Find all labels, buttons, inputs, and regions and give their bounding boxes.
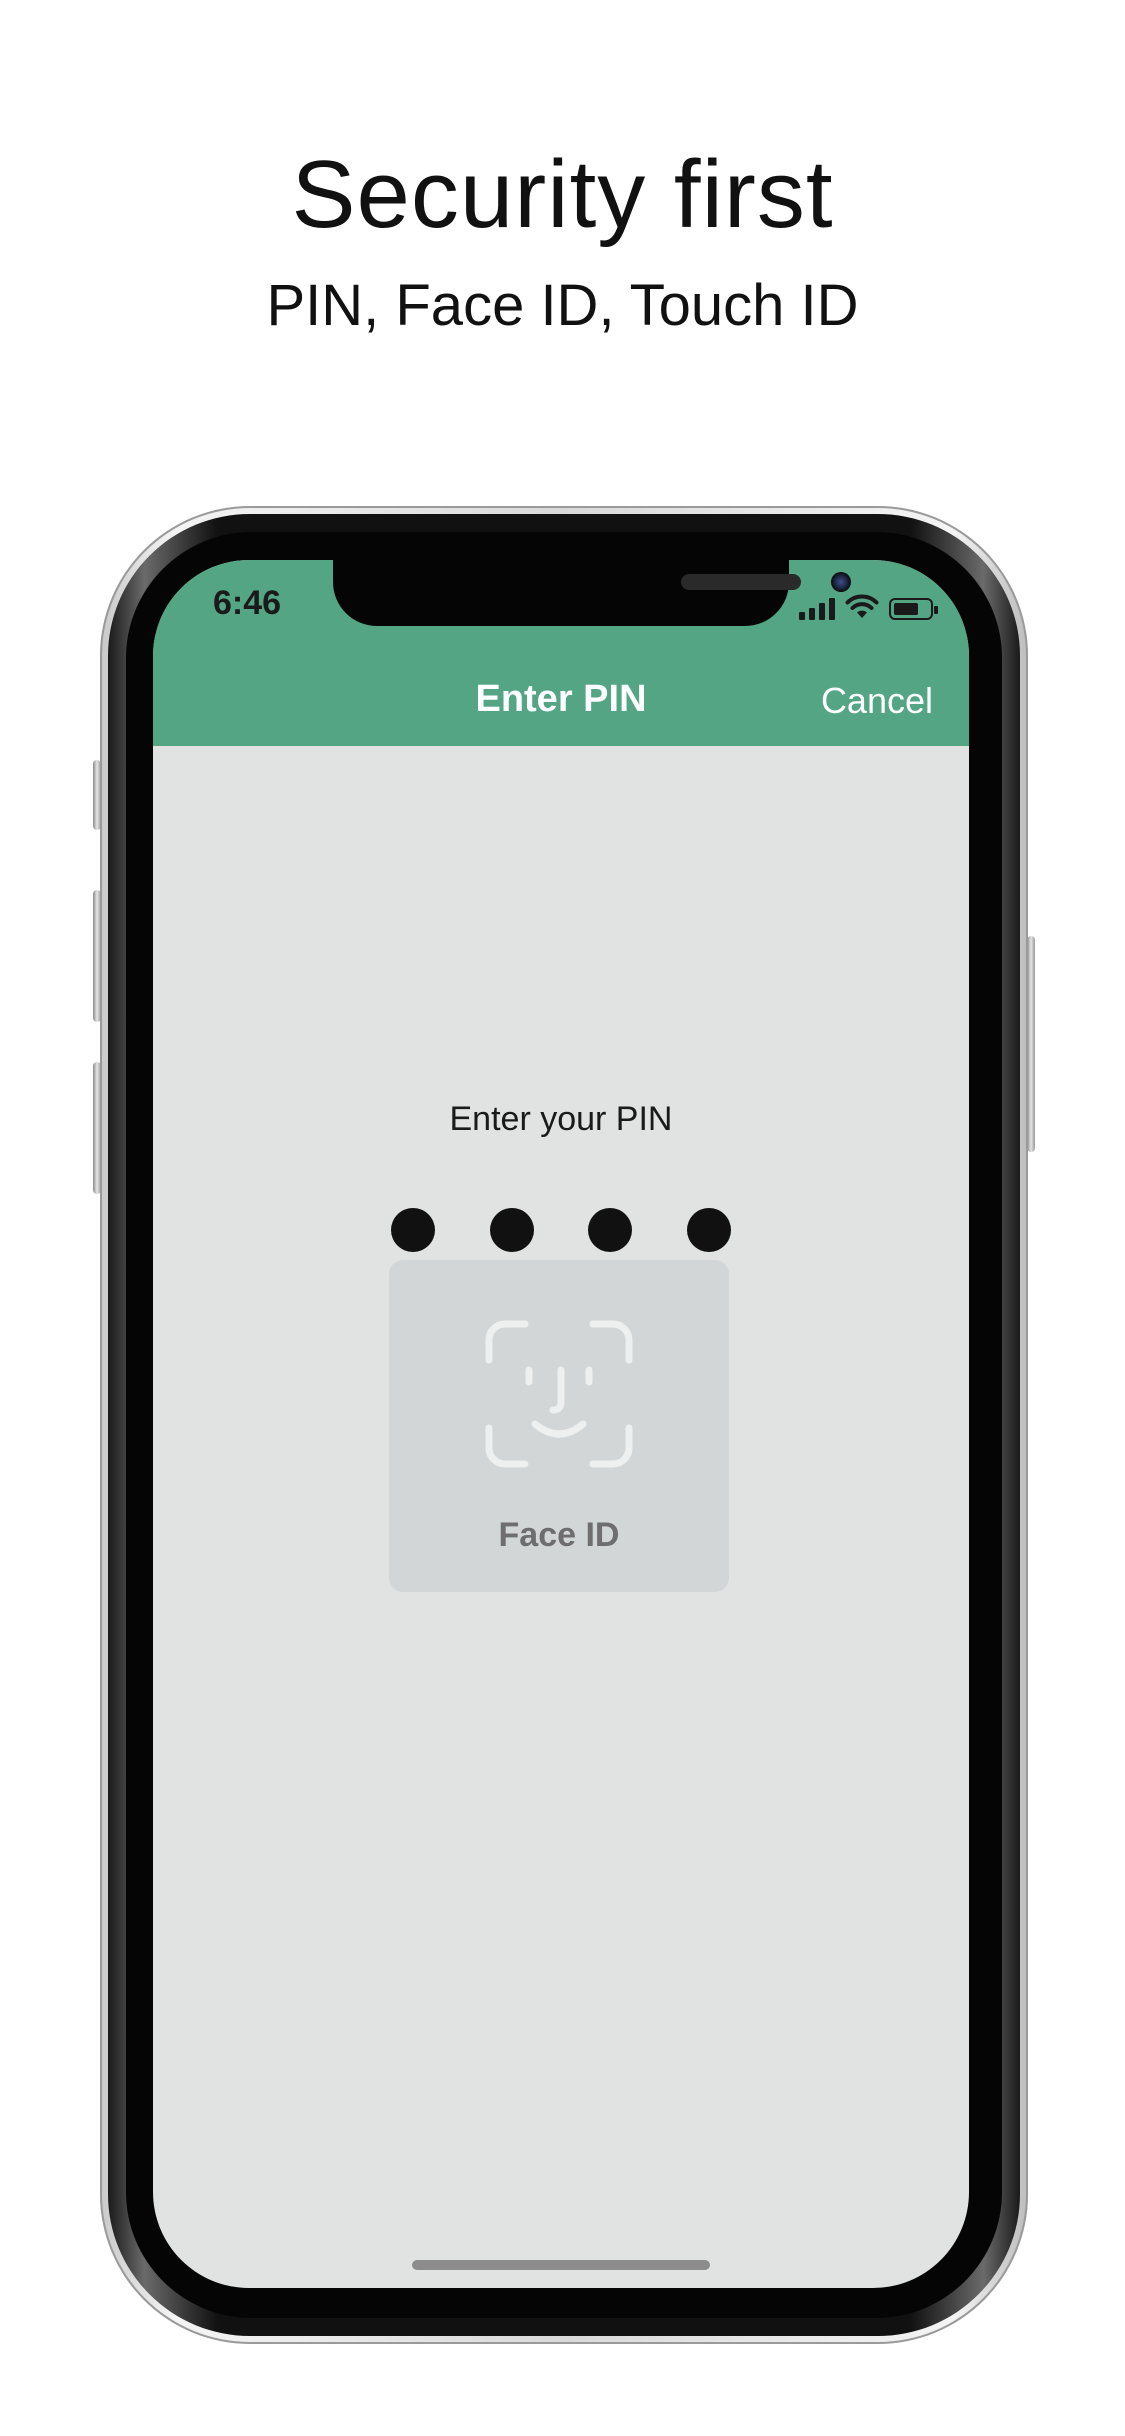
app-store-screenshot: Security first PIN, Face ID, Touch ID 6:…	[0, 0, 1125, 2436]
nav-header: 6:46 Enter PIN Cancel	[153, 560, 969, 746]
pin-prompt: Enter your PIN	[449, 1100, 673, 1138]
side-button	[1027, 936, 1035, 1152]
pin-dot	[686, 1208, 731, 1252]
battery-cap	[934, 606, 938, 614]
status-icons	[799, 590, 938, 620]
front-camera	[831, 572, 851, 592]
face-id-label: Face ID	[498, 1516, 620, 1554]
battery-icon	[889, 598, 938, 620]
speaker-grille	[681, 574, 801, 590]
wifi-icon	[845, 594, 879, 618]
cellular-signal-icon	[799, 598, 835, 620]
status-time: 6:46	[213, 584, 282, 622]
pin-dots	[391, 1208, 731, 1252]
phone-screen: 6:46 Enter PIN Cancel Enter your PIN Fac…	[153, 560, 969, 2288]
face-id-button[interactable]: Face ID	[389, 1260, 729, 1592]
pin-dot	[588, 1208, 633, 1252]
face-id-icon	[485, 1320, 633, 1468]
battery-level-fill	[894, 603, 918, 615]
pin-dot	[489, 1208, 534, 1252]
cancel-button[interactable]: Cancel	[821, 680, 933, 722]
promo-title: Security first	[291, 141, 834, 248]
home-indicator[interactable]	[412, 2260, 710, 2270]
promo-subtitle: PIN, Face ID, Touch ID	[266, 273, 859, 338]
notch	[333, 560, 851, 626]
pin-dot	[391, 1208, 435, 1252]
